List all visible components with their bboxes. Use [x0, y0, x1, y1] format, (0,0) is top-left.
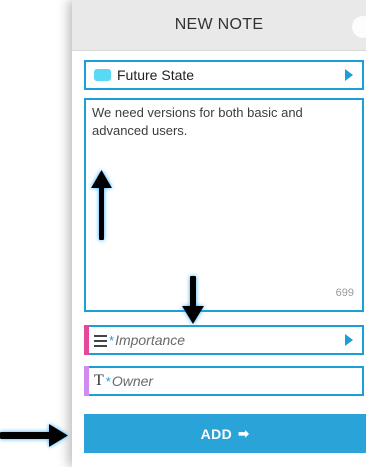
note-textarea[interactable]: We need versions for both basic and adva… — [84, 98, 364, 312]
category-selector[interactable]: Future State — [84, 60, 364, 90]
owner-placeholder: Owner — [111, 373, 154, 389]
page: NEW NOTE Future State We need versions f… — [0, 0, 366, 467]
owner-input[interactable]: T * Owner — [84, 366, 364, 396]
add-button-label: ADD — [200, 425, 233, 442]
required-marker: * — [109, 332, 115, 348]
category-color-chip — [94, 69, 111, 81]
note-text: We need versions for both basic and adva… — [92, 105, 303, 138]
panel-header: NEW NOTE — [72, 0, 366, 51]
new-note-panel: NEW NOTE Future State We need versions f… — [72, 0, 366, 467]
importance-placeholder: Importance — [115, 332, 186, 348]
character-count: 699 — [335, 287, 354, 299]
owner-accent — [84, 366, 89, 396]
right-arrow-icon — [0, 424, 68, 447]
category-value: Future State — [117, 67, 195, 83]
panel-title: NEW NOTE — [174, 16, 264, 33]
importance-accent — [84, 325, 89, 355]
chevron-right-icon[interactable] — [345, 69, 353, 81]
add-button[interactable]: ADD ➡ — [84, 414, 366, 453]
required-marker: * — [105, 373, 111, 389]
list-icon — [94, 334, 107, 347]
arrow-right-icon: ➡ — [238, 425, 250, 441]
header-action-icon[interactable] — [352, 16, 366, 38]
importance-selector[interactable]: * Importance — [84, 325, 364, 355]
chevron-right-icon[interactable] — [345, 334, 353, 346]
text-icon: T — [94, 372, 104, 389]
